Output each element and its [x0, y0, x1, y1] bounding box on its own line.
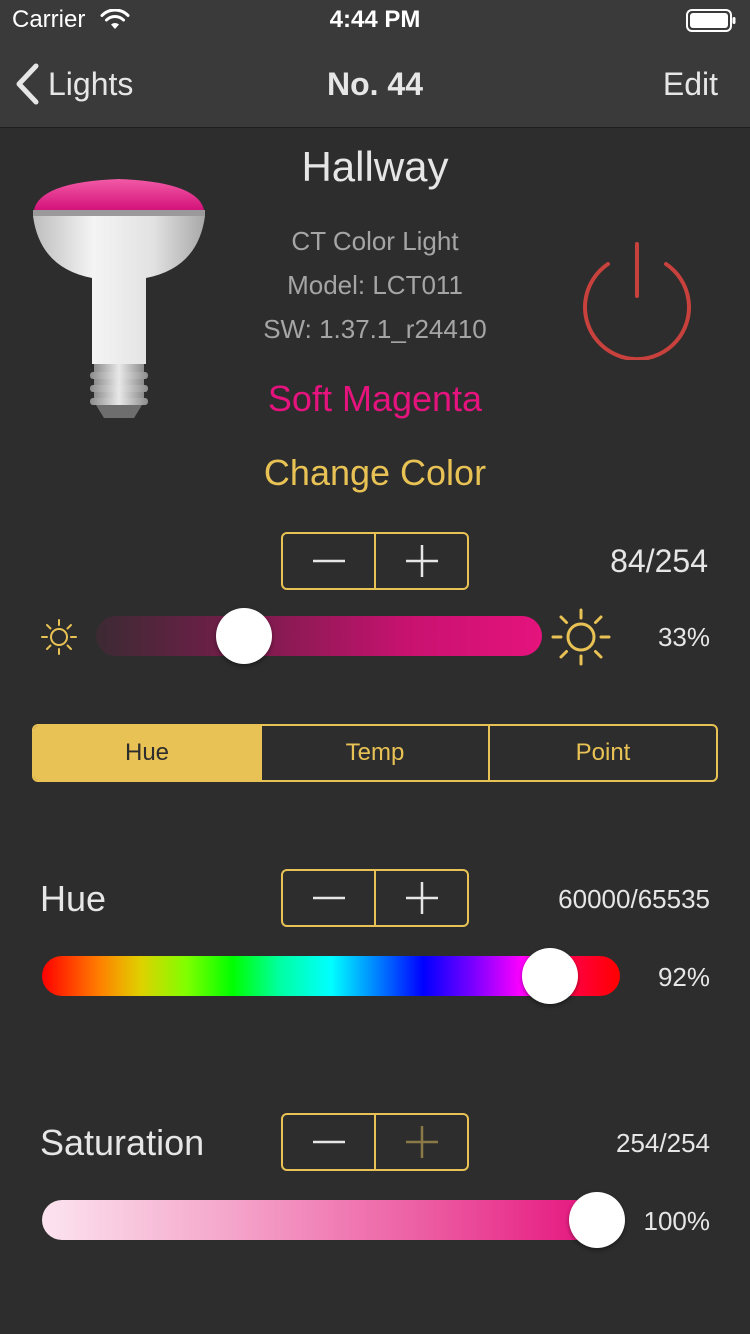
saturation-slider-thumb[interactable]	[569, 1192, 625, 1248]
saturation-stepper	[281, 1113, 469, 1171]
brightness-stepper	[281, 532, 469, 590]
brightness-value: 84/254	[610, 543, 708, 579]
hue-minus-button[interactable]	[283, 871, 376, 925]
color-name: Soft Magenta	[267, 378, 483, 419]
minus-icon	[312, 559, 345, 563]
sun-small-icon	[41, 619, 77, 655]
hue-label: Hue	[40, 878, 107, 919]
plus-icon	[405, 882, 438, 914]
brightness-percent: 33%	[657, 622, 710, 652]
status-bar: Carrier 4:44 PM	[0, 0, 750, 40]
saturation-label: Saturation	[40, 1122, 205, 1163]
tab-hue[interactable]: Hue	[34, 726, 260, 780]
hue-percent: 92%	[657, 962, 710, 992]
minus-icon	[312, 896, 345, 900]
power-icon[interactable]	[576, 238, 698, 360]
navigation-bar: Lights No. 44 Edit	[0, 40, 750, 128]
tab-point[interactable]: Point	[488, 726, 716, 780]
hue-value: 60000/65535	[558, 884, 710, 914]
minus-icon	[312, 1140, 345, 1144]
saturation-value: 254/254	[616, 1128, 710, 1158]
change-color-button[interactable]: Change Color	[0, 452, 750, 494]
hue-plus-button[interactable]	[376, 871, 467, 925]
status-time: 4:44 PM	[329, 6, 421, 33]
light-name: Hallway	[301, 143, 449, 190]
brightness-slider[interactable]	[96, 616, 542, 656]
saturation-percent: 100%	[643, 1206, 711, 1236]
hue-stepper	[281, 869, 469, 927]
plus-icon	[405, 545, 438, 577]
edit-button[interactable]: Edit	[663, 66, 718, 103]
brightness-slider-thumb[interactable]	[215, 608, 272, 664]
saturation-slider[interactable]	[42, 1200, 598, 1240]
hue-slider-thumb[interactable]	[522, 948, 579, 1004]
sun-large-icon	[551, 608, 611, 666]
brightness-plus-button[interactable]	[376, 534, 467, 588]
saturation-plus-button[interactable]	[376, 1115, 467, 1169]
page-title: No. 44	[326, 66, 424, 102]
brightness-minus-button[interactable]	[283, 534, 376, 588]
saturation-minus-button[interactable]	[283, 1115, 376, 1169]
plus-icon	[405, 1126, 438, 1158]
tab-temp[interactable]: Temp	[260, 726, 488, 780]
mode-segmented-control: Hue Temp Point	[32, 724, 718, 782]
battery-icon	[686, 9, 736, 32]
